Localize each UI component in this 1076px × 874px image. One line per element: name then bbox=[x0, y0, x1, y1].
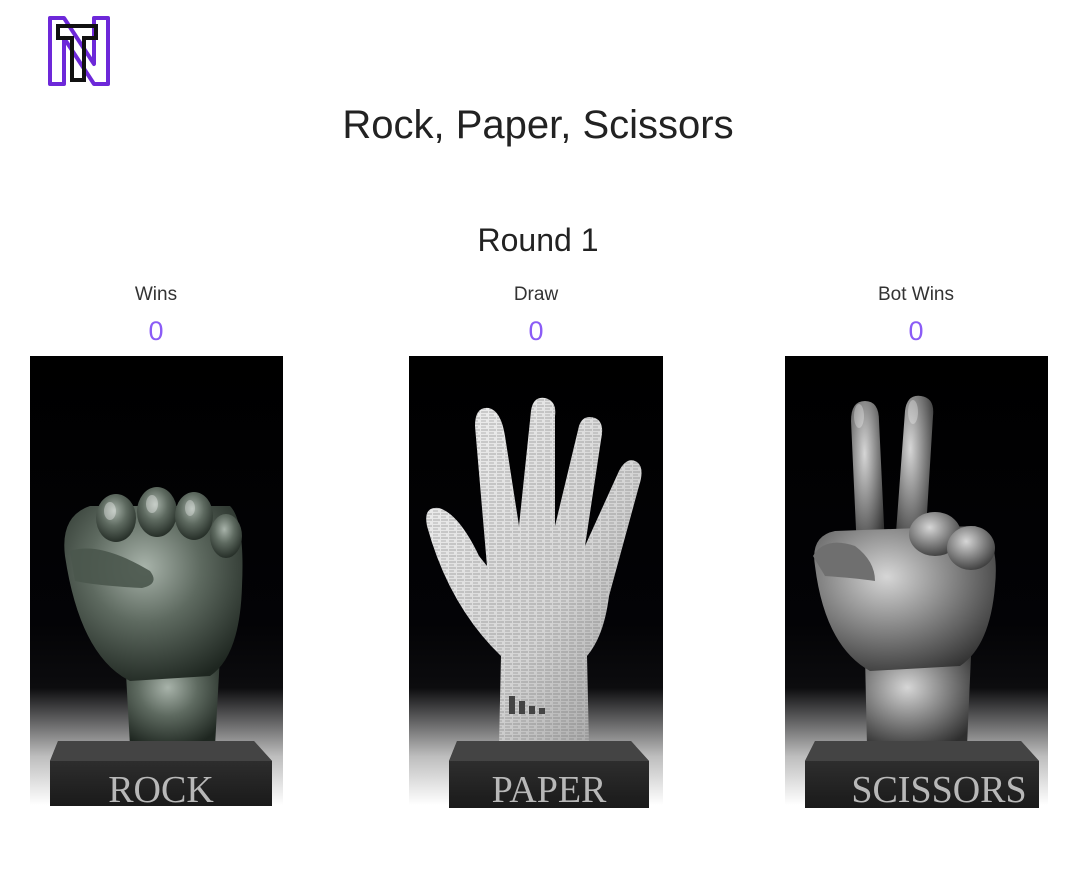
round-label: Round 1 bbox=[477, 222, 599, 258]
score-bot-wins-value: 0 bbox=[908, 316, 924, 346]
nt-monogram-logo-icon bbox=[48, 16, 110, 86]
score-wins-label: Wins bbox=[134, 284, 178, 305]
scissors-label: SCISSORS bbox=[851, 769, 1026, 811]
paper-open-hand-icon: PAPER bbox=[426, 397, 649, 811]
logo[interactable] bbox=[46, 14, 112, 88]
choice-paper-button[interactable]: PAPER bbox=[409, 356, 663, 844]
rock-fist-icon: ROCK bbox=[50, 487, 272, 811]
paper-label: PAPER bbox=[492, 769, 607, 811]
scissors-peace-hand-icon: SCISSORS bbox=[805, 395, 1039, 811]
score-draw: Draw 0 bbox=[436, 284, 636, 346]
score-wins: Wins 0 bbox=[56, 284, 256, 346]
score-wins-value: 0 bbox=[148, 316, 164, 346]
score-bot-wins-label: Bot Wins bbox=[877, 284, 955, 305]
rock-label: ROCK bbox=[108, 769, 214, 811]
choice-scissors-button[interactable]: SCISSORS bbox=[785, 356, 1048, 844]
choice-rock-button[interactable]: ROCK bbox=[30, 356, 283, 844]
score-bot-wins: Bot Wins 0 bbox=[816, 284, 1016, 346]
page-title: Rock, Paper, Scissors bbox=[342, 103, 734, 147]
score-draw-value: 0 bbox=[528, 316, 544, 346]
score-draw-label: Draw bbox=[513, 284, 559, 305]
